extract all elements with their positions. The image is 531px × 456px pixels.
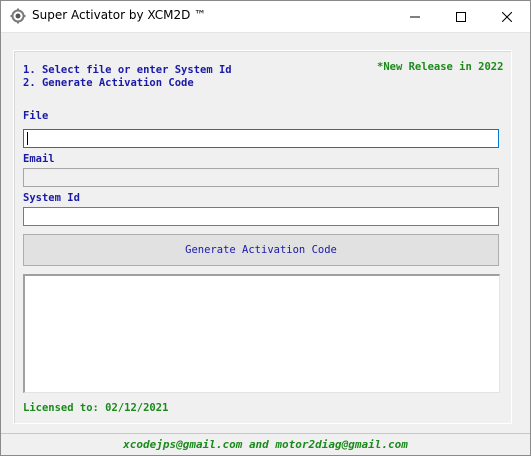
close-icon <box>502 11 512 22</box>
file-label: File <box>23 110 49 122</box>
maximize-button[interactable] <box>438 1 484 32</box>
activation-code-output[interactable] <box>23 274 500 393</box>
close-button[interactable] <box>484 1 530 32</box>
title-bar[interactable]: Super Activator by XCM2D ™ <box>1 1 530 33</box>
instruction-step-2: 2. Generate Activation Code <box>23 77 194 89</box>
minimize-icon <box>410 16 420 17</box>
maximize-icon <box>456 11 466 22</box>
generate-activation-code-button[interactable]: Generate Activation Code <box>23 234 499 266</box>
email-label: Email <box>23 153 55 165</box>
gear-app-icon <box>10 8 26 24</box>
license-text: Licensed to: 02/12/2021 <box>23 402 169 414</box>
release-note: *New Release in 2022 <box>377 61 504 73</box>
window-title: Super Activator by XCM2D ™ <box>32 8 207 22</box>
system-id-label: System Id <box>23 192 80 204</box>
app-window: Super Activator by XCM2D ™ 1. Select fil… <box>0 0 531 456</box>
instruction-step-1: 1. Select file or enter System Id <box>23 64 232 76</box>
generate-button-label: Generate Activation Code <box>185 244 337 256</box>
minimize-button[interactable] <box>392 1 438 32</box>
footer-divider <box>1 433 530 434</box>
text-caret <box>27 132 28 145</box>
contact-emails: xcodejps@gmail.com and motor2diag@gmail.… <box>123 438 408 451</box>
file-input[interactable] <box>23 129 499 148</box>
system-id-input[interactable] <box>23 207 499 226</box>
email-field[interactable] <box>23 168 499 187</box>
